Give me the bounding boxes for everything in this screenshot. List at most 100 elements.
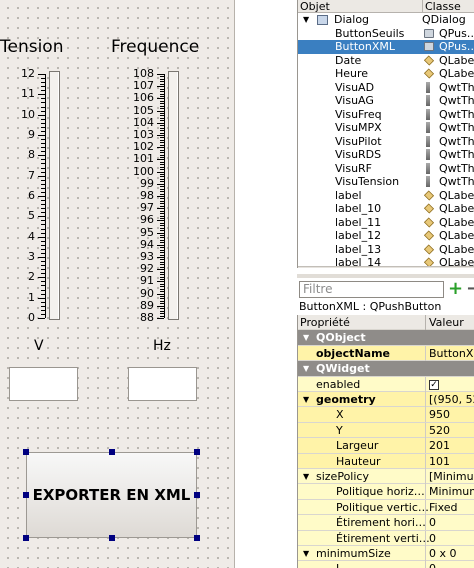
property-row[interactable]: ▼ sizePolicy [Minimum xyxy=(298,469,474,485)
tree-row-visuad[interactable]: VisuAD QwtThe xyxy=(298,81,474,95)
tree-row-label_10[interactable]: label_10 QLabe xyxy=(298,202,474,216)
tension-major-tick xyxy=(38,196,45,197)
resize-handle-br[interactable] xyxy=(194,535,200,541)
resize-handle-l[interactable] xyxy=(23,492,29,498)
property-row[interactable]: Y 520 xyxy=(298,422,474,439)
resize-handle-b[interactable] xyxy=(109,535,115,541)
property-name: geometry xyxy=(316,393,376,406)
tree-item-name: label_10 xyxy=(335,202,382,215)
property-value[interactable]: [(950, 52 xyxy=(425,392,474,407)
tree-row-visuag[interactable]: VisuAG QwtThe xyxy=(298,94,474,108)
frequence-major-tick xyxy=(157,183,164,185)
property-row[interactable]: enabled ✓ xyxy=(298,376,474,392)
add-property-button[interactable]: + xyxy=(447,280,464,298)
property-name: Hauteur xyxy=(336,454,381,468)
tree-row-buttonxml[interactable]: ButtonXML QPus… xyxy=(298,40,474,54)
tree-row-visurf[interactable]: VisuRF QwtThe xyxy=(298,162,474,176)
property-value[interactable]: 520 xyxy=(425,422,474,438)
tree-item-name: VisuFreq xyxy=(335,107,382,121)
frequence-thermometer[interactable] xyxy=(168,71,179,320)
frequence-display[interactable] xyxy=(128,367,197,401)
tree-row-heure[interactable]: Heure QLabe xyxy=(298,67,474,81)
tree-row-buttonseuils[interactable]: ButtonSeuils QPus… xyxy=(298,27,474,41)
property-row[interactable]: Étirement verti… 0 xyxy=(298,530,474,546)
property-value[interactable]: 201 xyxy=(425,438,474,454)
property-group-qwidget[interactable]: ▼ QWidget xyxy=(298,361,474,377)
expand-arrow-icon[interactable]: ▼ xyxy=(303,361,309,376)
unit-volt-label: V xyxy=(34,338,44,354)
checkmark-icon[interactable]: ✓ xyxy=(429,379,439,390)
expand-arrow-icon[interactable]: ▼ xyxy=(303,392,309,407)
frequence-tick-label: 98 xyxy=(140,189,154,202)
resize-handle-t[interactable] xyxy=(109,449,115,455)
property-value[interactable]: [Minimum xyxy=(425,469,474,484)
property-row[interactable]: Hauteur 101 xyxy=(298,453,474,469)
thermo-icon xyxy=(426,122,430,133)
column-header-object[interactable]: Objet xyxy=(298,0,422,13)
property-value[interactable]: 101 xyxy=(425,453,474,469)
label-icon xyxy=(423,189,435,201)
tree-row-visumpx[interactable]: VisuMPX QwtThe xyxy=(298,121,474,135)
tree-item-class: QwtThe xyxy=(439,161,474,175)
property-value[interactable]: 0 xyxy=(425,515,474,531)
property-value[interactable]: 950 xyxy=(425,407,474,423)
property-value[interactable]: 0 xyxy=(425,561,474,568)
remove-property-button[interactable]: − xyxy=(466,280,474,298)
tree-row-label_12[interactable]: label_12 QLabe xyxy=(298,229,474,243)
resize-handle-bl[interactable] xyxy=(23,535,29,541)
property-value[interactable]: 0 xyxy=(425,530,474,546)
tree-row-date[interactable]: Date QLabe xyxy=(298,54,474,68)
expand-arrow-icon[interactable]: ▼ xyxy=(303,546,309,561)
tree-item-class: QLabe xyxy=(439,188,474,202)
resize-handle-tl[interactable] xyxy=(23,449,29,455)
tree-item-class: QPus… xyxy=(439,26,474,40)
filter-input[interactable]: Filtre xyxy=(299,281,444,298)
tree-row-visutension[interactable]: VisuTension QwtThe xyxy=(298,175,474,189)
property-value[interactable]: 0 x 0 xyxy=(425,546,474,561)
tree-row-label_11[interactable]: label_11 QLabe xyxy=(298,216,474,230)
splitter[interactable] xyxy=(234,0,235,568)
property-row[interactable]: objectName ButtonX xyxy=(298,345,474,362)
expand-arrow-icon[interactable]: ▼ xyxy=(303,469,309,484)
tree-row-root[interactable]: ▼ Dialog QDialog xyxy=(298,13,474,27)
enabled-checkbox[interactable]: ✓ xyxy=(425,376,474,392)
expand-arrow-icon[interactable]: ▼ xyxy=(303,330,309,345)
frequence-title: Frequence xyxy=(111,37,200,57)
frequence-major-tick xyxy=(157,147,164,149)
resize-handle-r[interactable] xyxy=(194,492,200,498)
property-row[interactable]: Largeur 201 xyxy=(298,438,474,454)
column-header-property[interactable]: Propriété xyxy=(300,315,350,330)
column-header-class[interactable]: Classe xyxy=(422,0,474,13)
tree-item-name: VisuRDS xyxy=(335,148,382,161)
property-row[interactable]: ▼ minimumSize 0 x 0 xyxy=(298,546,474,562)
tree-item-name: label xyxy=(335,188,362,202)
property-value[interactable]: ButtonX xyxy=(425,345,474,361)
tension-display[interactable] xyxy=(9,367,78,401)
tree-item-name: ButtonXML xyxy=(335,40,396,53)
tree-row-label[interactable]: label QLabe xyxy=(298,189,474,203)
tree-row-visurds[interactable]: VisuRDS QwtThe xyxy=(298,148,474,162)
tree-row-visufreq[interactable]: VisuFreq QwtThe xyxy=(298,108,474,122)
resize-handle-tr[interactable] xyxy=(194,449,200,455)
column-header-value[interactable]: Valeur xyxy=(425,315,474,330)
collapse-arrow-icon[interactable]: ▼ xyxy=(303,13,309,27)
tree-row-label_13[interactable]: label_13 QLabe xyxy=(298,243,474,257)
frequence-major-tick xyxy=(157,208,164,210)
tree-item-class: QwtThe xyxy=(439,175,474,188)
export-xml-button[interactable]: EXPORTER EN XML xyxy=(26,452,197,538)
property-row[interactable]: Étirement hori… 0 xyxy=(298,515,474,531)
label-icon xyxy=(423,68,435,79)
property-row[interactable]: X 950 xyxy=(298,407,474,423)
form-canvas[interactable]: Tension Frequence 12 11 10 9 8 7 6 5 4 3 2 1 0 108 10… xyxy=(0,0,234,568)
tree-item-name: VisuPilot xyxy=(335,134,382,148)
property-group-qobject[interactable]: ▼ QObject xyxy=(298,330,474,346)
property-row[interactable]: Politique vertic… Fixed xyxy=(298,499,474,516)
tree-row-visupilot[interactable]: VisuPilot QwtThe xyxy=(298,135,474,149)
property-value[interactable]: Fixed xyxy=(425,499,474,515)
property-row[interactable]: ▼ geometry [(950, 52 xyxy=(298,392,474,408)
property-row[interactable]: L… 0 xyxy=(298,561,474,568)
property-row[interactable]: Politique horiz…Minimum xyxy=(298,484,474,500)
tension-thermometer[interactable] xyxy=(49,71,60,320)
property-value[interactable]: Minimum xyxy=(425,484,474,500)
horizontal-scrollbar[interactable] xyxy=(298,266,474,268)
